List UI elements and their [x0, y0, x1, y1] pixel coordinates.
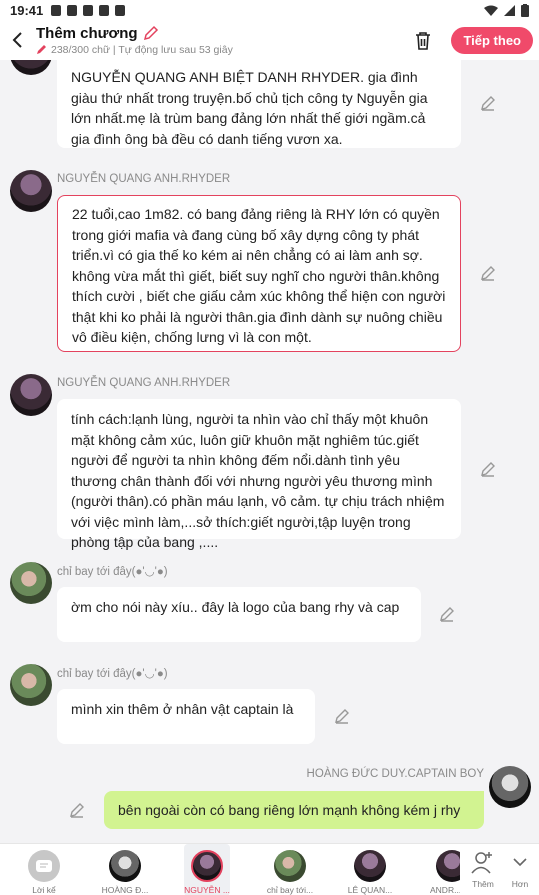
status-time: 19:41	[10, 2, 44, 18]
avatar[interactable]	[10, 170, 52, 212]
battery-icon	[521, 3, 529, 17]
delete-button[interactable]	[403, 20, 443, 60]
continue-button[interactable]: Tiếp theo	[451, 26, 533, 54]
message-text: ờm cho nói này xíu.. đây là logo của ban…	[71, 599, 400, 615]
character-name: NGUYỄN QUANG ANH.RHYDER	[57, 377, 231, 389]
chevron-left-icon	[12, 32, 22, 48]
character-name: chỉ bay tới đây(●'◡'●)	[57, 668, 168, 680]
tab-narrator[interactable]: Lời kể	[22, 844, 66, 895]
message-text: 22 tuổi,cao 1m82. có bang đảng riêng là …	[72, 206, 446, 345]
avatar[interactable]	[10, 60, 52, 75]
avatar[interactable]	[10, 374, 52, 416]
avatar	[191, 850, 223, 882]
message-bubble[interactable]: bên ngoài còn có bang riêng lớn mạnh khô…	[104, 791, 484, 829]
header: Thêm chương 238/300 chữ | Tự động lưu sa…	[0, 20, 539, 60]
tab-label: NGUYỄN ...	[184, 885, 230, 895]
avatar[interactable]	[489, 766, 531, 808]
avatar[interactable]	[10, 562, 52, 604]
tab-label: HOÀNG Đ...	[101, 885, 149, 895]
chat-area[interactable]: NGUYỄN QUANG ANH BIỆT DANH RHYDER. gia đ…	[0, 60, 539, 843]
message-text: bên ngoài còn có bang riêng lớn mạnh khô…	[118, 802, 461, 818]
message-bubble[interactable]: mình xin thêm ở nhân vật captain là	[57, 689, 315, 744]
notification-icon	[51, 4, 62, 16]
tab-label: Lời kể	[32, 885, 56, 895]
message-bubble[interactable]: tính cách:lạnh lùng, người ta nhìn vào c…	[57, 399, 461, 550]
narrator-icon	[28, 850, 60, 882]
message-bubble[interactable]: ờm cho nói này xíu.. đây là logo của ban…	[57, 587, 421, 642]
edit-icon[interactable]	[68, 801, 86, 819]
notification-icon	[99, 4, 110, 16]
character-tab-bar: Lời kể HOÀNG Đ... NGUYỄN ... chỉ bay tới…	[0, 843, 539, 895]
avatar[interactable]	[10, 664, 52, 706]
pencil-icon[interactable]	[143, 25, 159, 41]
tab-character[interactable]: chỉ bay tới...	[262, 844, 318, 895]
add-character-button[interactable]: Thêm	[468, 844, 498, 895]
tab-label: chỉ bay tới...	[266, 885, 314, 895]
tab-label: ANDR...	[430, 885, 460, 895]
word-count-row: 238/300 chữ | Tự động lưu sau 53 giây	[36, 44, 403, 56]
message-text: tính cách:lạnh lùng, người ta nhìn vào c…	[71, 411, 445, 550]
more-button[interactable]: Hơn	[506, 844, 534, 895]
chevron-down-icon	[513, 858, 527, 867]
notification-icons	[51, 4, 126, 16]
title-area: Thêm chương 238/300 chữ | Tự động lưu sa…	[34, 25, 403, 56]
tab-character-active[interactable]: NGUYỄN ...	[184, 844, 230, 895]
edit-icon[interactable]	[333, 707, 351, 725]
back-button[interactable]	[0, 20, 34, 60]
add-person-icon	[471, 852, 492, 874]
character-name: HOÀNG ĐỨC DUY.CAPTAIN BOY	[306, 768, 484, 780]
avatar	[354, 850, 386, 882]
notification-icon	[115, 4, 126, 16]
status-bar: 19:41	[0, 0, 539, 20]
trash-icon	[416, 31, 431, 50]
edit-small-icon	[37, 45, 46, 54]
message-text: NGUYỄN QUANG ANH BIỆT DANH RHYDER. gia đ…	[71, 69, 428, 147]
tab-character[interactable]: ANDR...	[428, 844, 460, 895]
message-bubble[interactable]: 22 tuổi,cao 1m82. có bang đảng riêng là …	[57, 195, 461, 352]
message-text: mình xin thêm ở nhân vật captain là	[71, 701, 294, 717]
edit-icon[interactable]	[479, 460, 497, 478]
tab-label: LÊ QUAN...	[347, 885, 393, 895]
system-icons	[484, 3, 529, 17]
signal-icon	[504, 4, 515, 16]
avatar	[274, 850, 306, 882]
word-count-status: 238/300 chữ | Tự động lưu sau 53 giây	[51, 43, 233, 56]
edit-icon[interactable]	[479, 94, 497, 112]
avatar	[436, 850, 460, 882]
avatar	[109, 850, 141, 882]
tiktok-icon	[83, 4, 94, 16]
wifi-icon	[484, 5, 498, 16]
message-bubble[interactable]: NGUYỄN QUANG ANH BIỆT DANH RHYDER. gia đ…	[57, 60, 461, 148]
tab-label: Thêm	[472, 879, 494, 889]
character-name: chỉ bay tới đây(●'◡'●)	[57, 566, 168, 578]
edit-icon[interactable]	[438, 605, 456, 623]
tab-character[interactable]: LÊ QUAN...	[344, 844, 396, 895]
page-title-row: Thêm chương	[36, 25, 403, 42]
character-name: NGUYỄN QUANG ANH.RHYDER	[57, 173, 231, 185]
page-title: Thêm chương	[36, 24, 138, 42]
tab-label: Hơn	[511, 879, 529, 889]
tiktok-icon	[67, 4, 78, 16]
tab-character[interactable]: HOÀNG Đ...	[100, 844, 150, 895]
edit-icon[interactable]	[479, 264, 497, 282]
